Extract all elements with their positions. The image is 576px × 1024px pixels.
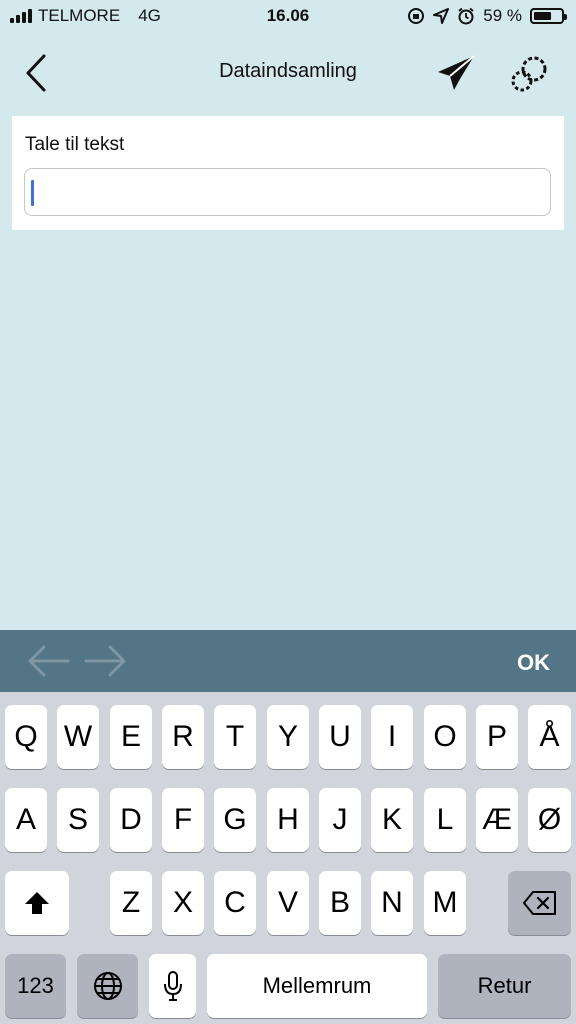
keyboard-accessory-bar: OK — [0, 630, 576, 692]
form-card: Tale til tekst — [12, 116, 564, 230]
key-h[interactable]: H — [267, 788, 309, 852]
key-s[interactable]: S — [57, 788, 99, 852]
rotation-lock-icon — [408, 8, 425, 24]
key-u[interactable]: U — [319, 705, 361, 769]
key-t[interactable]: T — [214, 705, 256, 769]
text-caret — [31, 180, 34, 206]
key-y[interactable]: Y — [267, 705, 309, 769]
key-d[interactable]: D — [110, 788, 152, 852]
dictation-key[interactable] — [149, 954, 196, 1018]
key-z[interactable]: Z — [110, 871, 152, 935]
battery-percent: 59 % — [483, 6, 522, 25]
key-q[interactable]: Q — [5, 705, 47, 769]
key-ae[interactable]: Æ — [476, 788, 518, 852]
key-oe[interactable]: Ø — [528, 788, 571, 852]
key-p[interactable]: P — [476, 705, 518, 769]
key-c[interactable]: C — [214, 871, 256, 935]
space-key[interactable]: Mellemrum — [207, 954, 427, 1018]
alarm-icon — [458, 7, 474, 25]
key-l[interactable]: L — [424, 788, 466, 852]
key-i[interactable]: I — [371, 705, 413, 769]
key-b[interactable]: B — [319, 871, 361, 935]
key-o[interactable]: O — [424, 705, 466, 769]
battery-icon — [530, 8, 567, 24]
key-g[interactable]: G — [214, 788, 256, 852]
key-n[interactable]: N — [371, 871, 413, 935]
key-w[interactable]: W — [57, 705, 99, 769]
nav-bar: Dataindsamling — [0, 40, 576, 106]
key-j[interactable]: J — [319, 788, 361, 852]
paper-plane-icon[interactable] — [434, 52, 478, 94]
delete-key[interactable] — [508, 871, 571, 935]
shift-key[interactable] — [5, 871, 69, 935]
key-m[interactable]: M — [424, 871, 466, 935]
key-aa[interactable]: Å — [528, 705, 571, 769]
key-k[interactable]: K — [371, 788, 413, 852]
field-label: Tale til tekst — [25, 134, 125, 155]
shift-icon — [25, 892, 49, 914]
globe-key[interactable] — [77, 954, 138, 1018]
return-key[interactable]: Retur — [438, 954, 571, 1018]
backspace-icon — [522, 891, 556, 915]
numbers-key[interactable]: 123 — [5, 954, 66, 1018]
speech-to-text-input[interactable] — [24, 168, 551, 216]
keyboard: Q W E R T Y U I O P Å A S D F G H J K L … — [0, 692, 576, 1024]
globe-icon — [93, 972, 122, 1000]
ok-button[interactable]: OK — [517, 650, 550, 676]
key-r[interactable]: R — [162, 705, 204, 769]
microphone-icon — [163, 971, 182, 1001]
key-a[interactable]: A — [5, 788, 47, 852]
page-title: Dataindsamling — [219, 60, 357, 82]
key-v[interactable]: V — [267, 871, 309, 935]
location-icon — [433, 8, 450, 24]
key-f[interactable]: F — [162, 788, 204, 852]
arrow-left-icon[interactable] — [24, 644, 72, 678]
status-bar: TELMORE 4G 16.06 59 % — [0, 0, 576, 34]
arrow-right-icon[interactable] — [82, 644, 130, 678]
gear-icon[interactable] — [506, 52, 554, 94]
key-x[interactable]: X — [162, 871, 204, 935]
key-e[interactable]: E — [110, 705, 152, 769]
